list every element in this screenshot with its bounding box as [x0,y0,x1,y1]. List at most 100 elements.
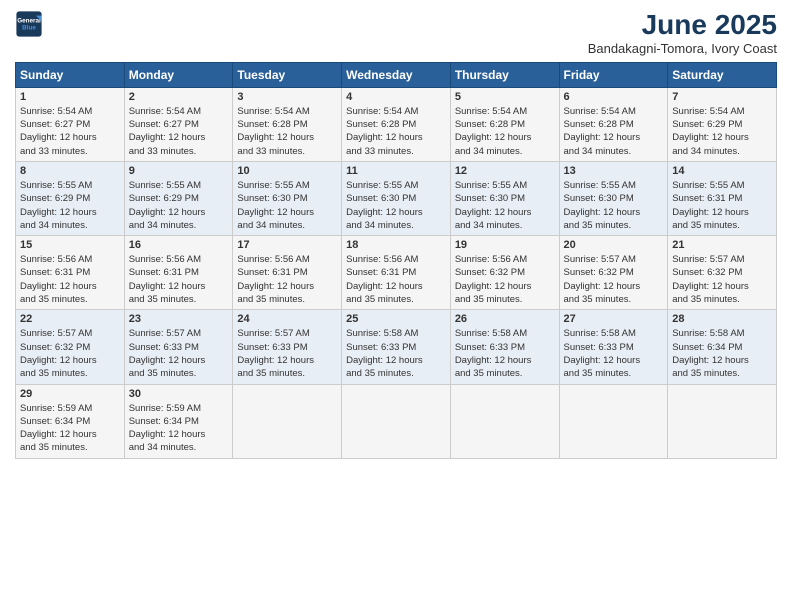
day-number: 7 [672,91,772,103]
day-of-week-thursday: Thursday [450,62,559,87]
logo-icon: General Blue [15,10,43,38]
calendar-cell: 25 Sunrise: 5:58 AM Sunset: 6:33 PM Dayli… [342,310,451,384]
day-info: Sunrise: 5:54 AM Sunset: 6:27 PM Dayligh… [129,105,229,158]
day-of-week-tuesday: Tuesday [233,62,342,87]
day-info: Sunrise: 5:56 AM Sunset: 6:31 PM Dayligh… [346,253,446,306]
day-number: 20 [564,239,664,251]
week-row-2: 8 Sunrise: 5:55 AM Sunset: 6:29 PM Daylig… [16,161,777,235]
calendar-cell: 21Sunrise: 5:57 AM Sunset: 6:32 PM Dayli… [668,236,777,310]
day-info: Sunrise: 5:58 AM Sunset: 6:33 PM Dayligh… [346,327,446,380]
calendar-cell: 11 Sunrise: 5:55 AM Sunset: 6:30 PM Dayli… [342,161,451,235]
week-row-4: 22 Sunrise: 5:57 AM Sunset: 6:32 PM Dayli… [16,310,777,384]
calendar-cell: 18 Sunrise: 5:56 AM Sunset: 6:31 PM Dayli… [342,236,451,310]
day-info: Sunrise: 5:54 AM Sunset: 6:28 PM Dayligh… [455,105,555,158]
calendar-cell [559,384,668,458]
day-info: Sunrise: 5:59 AM Sunset: 6:34 PM Dayligh… [20,402,120,455]
day-number: 2 [129,91,229,103]
day-number: 28 [672,313,772,325]
calendar-cell: 5 Sunrise: 5:54 AM Sunset: 6:28 PM Daylig… [450,87,559,161]
calendar-cell [668,384,777,458]
day-number: 14 [672,165,772,177]
day-number: 21 [672,239,772,251]
day-info: Sunrise: 5:55 AM Sunset: 6:30 PM Dayligh… [346,179,446,232]
day-number: 22 [20,313,120,325]
day-info: Sunrise: 5:54 AM Sunset: 6:28 PM Dayligh… [237,105,337,158]
day-number: 12 [455,165,555,177]
day-number: 27 [564,313,664,325]
calendar-cell: 13 Sunrise: 5:55 AM Sunset: 6:30 PM Dayli… [559,161,668,235]
title-block: June 2025 Bandakagni-Tomora, Ivory Coast [588,10,777,56]
day-info: Sunrise: 5:54 AM Sunset: 6:28 PM Dayligh… [564,105,664,158]
subtitle: Bandakagni-Tomora, Ivory Coast [588,41,777,56]
day-info: Sunrise: 5:58 AM Sunset: 6:33 PM Dayligh… [564,327,664,380]
calendar-cell: 22 Sunrise: 5:57 AM Sunset: 6:32 PM Dayli… [16,310,125,384]
calendar-cell: 29 Sunrise: 5:59 AM Sunset: 6:34 PM Dayli… [16,384,125,458]
day-info: Sunrise: 5:59 AM Sunset: 6:34 PM Dayligh… [129,402,229,455]
calendar-cell: 15Sunrise: 5:56 AM Sunset: 6:31 PM Dayli… [16,236,125,310]
day-number: 5 [455,91,555,103]
day-info: Sunrise: 5:56 AM Sunset: 6:32 PM Dayligh… [455,253,555,306]
day-number: 9 [129,165,229,177]
day-number: 19 [455,239,555,251]
calendar-cell: 8 Sunrise: 5:55 AM Sunset: 6:29 PM Daylig… [16,161,125,235]
day-info: Sunrise: 5:55 AM Sunset: 6:30 PM Dayligh… [237,179,337,232]
header-row: SundayMondayTuesdayWednesdayThursdayFrid… [16,62,777,87]
calendar-header: SundayMondayTuesdayWednesdayThursdayFrid… [16,62,777,87]
day-number: 24 [237,313,337,325]
day-number: 25 [346,313,446,325]
header: General Blue June 2025 Bandakagni-Tomora… [15,10,777,56]
calendar-cell: 30 Sunrise: 5:59 AM Sunset: 6:34 PM Dayli… [124,384,233,458]
day-of-week-friday: Friday [559,62,668,87]
day-info: Sunrise: 5:55 AM Sunset: 6:30 PM Dayligh… [455,179,555,232]
week-row-5: 29 Sunrise: 5:59 AM Sunset: 6:34 PM Dayli… [16,384,777,458]
calendar-cell: 20 Sunrise: 5:57 AM Sunset: 6:32 PM Dayli… [559,236,668,310]
day-info: Sunrise: 5:55 AM Sunset: 6:29 PM Dayligh… [129,179,229,232]
logo: General Blue [15,10,43,38]
svg-text:General: General [17,18,41,25]
day-info: Sunrise: 5:57 AM Sunset: 6:32 PM Dayligh… [20,327,120,380]
calendar-cell [342,384,451,458]
day-info: Sunrise: 5:56 AM Sunset: 6:31 PM Dayligh… [237,253,337,306]
day-info: Sunrise: 5:55 AM Sunset: 6:30 PM Dayligh… [564,179,664,232]
day-info: Sunrise: 5:55 AM Sunset: 6:31 PM Dayligh… [672,179,772,232]
day-number: 6 [564,91,664,103]
day-info: Sunrise: 5:55 AM Sunset: 6:29 PM Dayligh… [20,179,120,232]
day-number: 1 [20,91,120,103]
day-number: 29 [20,388,120,400]
calendar-cell: 17 Sunrise: 5:56 AM Sunset: 6:31 PM Dayli… [233,236,342,310]
calendar-cell: 2 Sunrise: 5:54 AM Sunset: 6:27 PM Daylig… [124,87,233,161]
week-row-3: 15Sunrise: 5:56 AM Sunset: 6:31 PM Dayli… [16,236,777,310]
day-number: 13 [564,165,664,177]
day-of-week-monday: Monday [124,62,233,87]
calendar-cell: 24 Sunrise: 5:57 AM Sunset: 6:33 PM Dayli… [233,310,342,384]
calendar-cell: 19 Sunrise: 5:56 AM Sunset: 6:32 PM Dayli… [450,236,559,310]
day-number: 17 [237,239,337,251]
day-info: Sunrise: 5:58 AM Sunset: 6:34 PM Dayligh… [672,327,772,380]
day-info: Sunrise: 5:57 AM Sunset: 6:33 PM Dayligh… [129,327,229,380]
day-number: 4 [346,91,446,103]
day-info: Sunrise: 5:57 AM Sunset: 6:32 PM Dayligh… [564,253,664,306]
calendar-cell: 4 Sunrise: 5:54 AM Sunset: 6:28 PM Daylig… [342,87,451,161]
calendar-cell: 12 Sunrise: 5:55 AM Sunset: 6:30 PM Dayli… [450,161,559,235]
svg-text:Blue: Blue [22,25,36,32]
calendar-cell: 23 Sunrise: 5:57 AM Sunset: 6:33 PM Dayli… [124,310,233,384]
day-number: 8 [20,165,120,177]
calendar-cell: 14 Sunrise: 5:55 AM Sunset: 6:31 PM Dayli… [668,161,777,235]
calendar-cell: 16Sunrise: 5:56 AM Sunset: 6:31 PM Dayli… [124,236,233,310]
calendar-cell: 27 Sunrise: 5:58 AM Sunset: 6:33 PM Dayli… [559,310,668,384]
month-title: June 2025 [588,10,777,41]
day-number: 26 [455,313,555,325]
day-number: 23 [129,313,229,325]
day-info: Sunrise: 5:57 AM Sunset: 6:33 PM Dayligh… [237,327,337,380]
day-info: Sunrise: 5:54 AM Sunset: 6:29 PM Dayligh… [672,105,772,158]
day-of-week-wednesday: Wednesday [342,62,451,87]
day-info: Sunrise: 5:54 AM Sunset: 6:28 PM Dayligh… [346,105,446,158]
day-number: 11 [346,165,446,177]
calendar-cell: 6 Sunrise: 5:54 AM Sunset: 6:28 PM Daylig… [559,87,668,161]
calendar-cell: 9 Sunrise: 5:55 AM Sunset: 6:29 PM Daylig… [124,161,233,235]
day-number: 18 [346,239,446,251]
page: General Blue June 2025 Bandakagni-Tomora… [0,0,792,612]
day-number: 10 [237,165,337,177]
day-number: 30 [129,388,229,400]
calendar-body: 1 Sunrise: 5:54 AM Sunset: 6:27 PM Daylig… [16,87,777,458]
